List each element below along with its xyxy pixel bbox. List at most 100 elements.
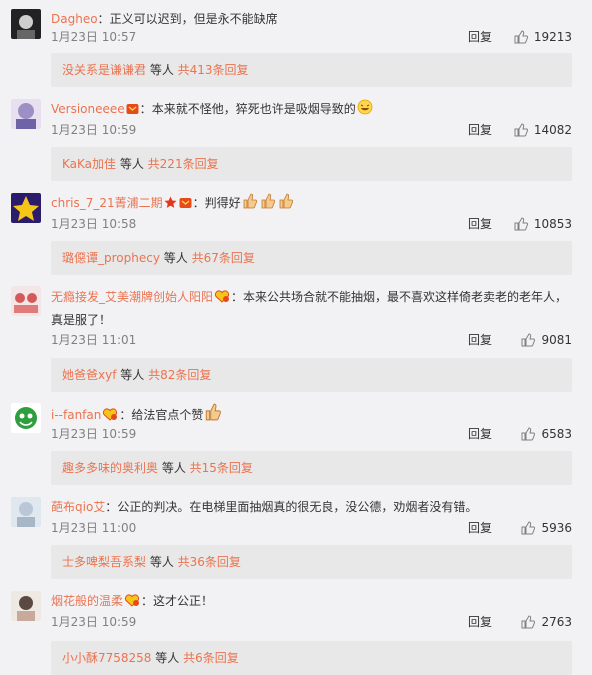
avatar[interactable]: [11, 286, 41, 316]
comment-content: Dagheo：正义可以迟到，但是永不能缺席: [51, 9, 584, 29]
comment-text: 判得好: [204, 196, 241, 210]
thumbs-up-icon: [521, 615, 536, 629]
thumbs-up-icon: [521, 333, 536, 347]
fan-badge-icon: [124, 594, 140, 607]
subreply-count[interactable]: 共67条回复: [192, 251, 255, 265]
reply-button[interactable]: 回复: [468, 330, 492, 350]
avatar[interactable]: [11, 9, 41, 39]
like-button[interactable]: 5936: [521, 518, 572, 538]
like-count: 9081: [541, 333, 572, 347]
subreply-bar[interactable]: KaKa加佳 等人 共221条回复: [51, 147, 572, 181]
subreply-names[interactable]: KaKa加佳: [62, 157, 116, 171]
subreply-names[interactable]: 趣多多味的奥利奥: [62, 461, 158, 475]
subreply-mid: 等人: [146, 63, 178, 77]
separator: ：: [192, 196, 205, 210]
reply-button[interactable]: 回复: [468, 612, 492, 632]
like-button[interactable]: 10853: [514, 214, 572, 234]
subreply-count[interactable]: 共82条回复: [148, 368, 211, 382]
comment-text: 公正的判决。在电梯里面抽烟真的很无良，没公德，劝烟者没有错。: [117, 500, 478, 514]
subreply-bar[interactable]: 士多啤梨吾系梨 等人 共36条回复: [51, 545, 572, 579]
thumbs-up-icon: [241, 193, 295, 210]
thumbs-up-icon: [514, 123, 528, 137]
separator: ：: [141, 594, 154, 608]
comment-meta: 1月23日 10:57 回复 19213: [51, 27, 572, 47]
subreply-bar[interactable]: 趣多多味的奥利奥 等人 共15条回复: [51, 451, 572, 485]
username-link[interactable]: i--fanfan: [51, 408, 101, 422]
username-link[interactable]: chris_7_21菁浦二期: [51, 196, 163, 210]
comment-content: Versioneeee ：本来就不怪他，猝死也许是吸烟导致的: [51, 99, 584, 119]
username-link[interactable]: 无瘾接发_艾美潮牌创始人阳阳: [51, 290, 213, 304]
avatar[interactable]: [11, 403, 41, 433]
subreply-count[interactable]: 共36条回复: [178, 555, 241, 569]
comment-meta: 1月23日 10:59 回复 14082: [51, 120, 572, 140]
comment-text: 这才公正！: [153, 594, 214, 608]
subreply-names[interactable]: 璐僫谭_prophecy: [62, 251, 160, 265]
username-link[interactable]: Dagheo: [51, 12, 98, 26]
subreply-names[interactable]: 小小酥7758258: [62, 651, 151, 665]
comment-content: 葩布qio艾：公正的判决。在电梯里面抽烟真的很无良，没公德，劝烟者没有错。: [51, 497, 584, 517]
like-button[interactable]: 14082: [514, 120, 572, 140]
subreply-names[interactable]: 士多啤梨吾系梨: [62, 555, 146, 569]
laughing-emoji-icon: [357, 99, 373, 115]
comment-meta: 1月23日 10:58 回复 10853: [51, 214, 572, 234]
like-count: 10853: [533, 217, 572, 231]
fan-badge-icon: [103, 408, 118, 421]
like-button[interactable]: 2763: [521, 612, 572, 632]
subreply-count[interactable]: 共15条回复: [190, 461, 253, 475]
timestamp: 1月23日 10:59: [51, 427, 137, 441]
timestamp: 1月23日 10:59: [51, 615, 137, 629]
like-count: 19213: [533, 30, 572, 44]
subreply-bar[interactable]: 璐僫谭_prophecy 等人 共67条回复: [51, 241, 572, 275]
subreply-names[interactable]: 没关系是谦谦君: [62, 63, 146, 77]
separator: ：: [105, 500, 118, 514]
comment-meta: 1月23日 11:00 回复 5936: [51, 518, 572, 538]
thumbs-up-icon: [521, 521, 536, 535]
comment-content: 无瘾接发_艾美潮牌创始人阳阳 ：本来公共场合就不能抽烟，最不喜欢这样倚老卖老的老年…: [51, 286, 570, 332]
subreply-count[interactable]: 共221条回复: [148, 157, 219, 171]
comment-content: chris_7_21菁浦二期 ：判得好: [51, 193, 584, 213]
reply-button[interactable]: 回复: [468, 518, 492, 538]
avatar[interactable]: [11, 193, 41, 223]
subreply-count[interactable]: 共6条回复: [183, 651, 239, 665]
fan-badge-icon: [214, 290, 230, 303]
star-icon: [164, 196, 177, 208]
separator: ：: [139, 102, 152, 116]
subreply-mid: 等人: [159, 251, 192, 265]
timestamp: 1月23日 11:00: [51, 521, 137, 535]
like-button[interactable]: 19213: [514, 27, 572, 47]
username-link[interactable]: Versioneeee: [51, 102, 125, 116]
comment-meta: 1月23日 10:59 回复 2763: [51, 612, 572, 632]
thumbs-up-icon: [206, 403, 222, 421]
subreply-bar[interactable]: 她爸爸xyf 等人 共82条回复: [51, 358, 572, 392]
separator: ：: [97, 12, 110, 26]
like-count: 6583: [541, 427, 572, 441]
username-link[interactable]: 烟花般的温柔: [51, 594, 123, 608]
subreply-names[interactable]: 她爸爸xyf: [62, 368, 116, 382]
reply-button[interactable]: 回复: [468, 214, 492, 234]
subreply-count[interactable]: 共413条回复: [178, 63, 249, 77]
like-button[interactable]: 9081: [521, 330, 572, 350]
like-count: 5936: [541, 521, 572, 535]
avatar[interactable]: [11, 99, 41, 129]
comment-content: i--fanfan ：给法官点个赞: [51, 403, 584, 425]
reply-button[interactable]: 回复: [468, 120, 492, 140]
vip-badge-icon: [126, 104, 139, 114]
comment-text: 给法官点个赞: [131, 408, 204, 422]
comment-meta: 1月23日 10:59 回复 6583: [51, 424, 572, 444]
reply-button[interactable]: 回复: [468, 424, 492, 444]
like-button[interactable]: 6583: [521, 424, 572, 444]
subreply-mid: 等人: [116, 368, 149, 382]
comment-meta: 1月23日 11:01 回复 9081: [51, 330, 572, 350]
avatar[interactable]: [11, 591, 41, 621]
avatar[interactable]: [11, 497, 41, 527]
subreply-bar[interactable]: 没关系是谦谦君 等人 共413条回复: [51, 53, 572, 87]
comment-content: 烟花般的温柔 ：这才公正！: [51, 591, 584, 611]
like-count: 14082: [533, 123, 572, 137]
comment-text: 本来就不怪他，猝死也许是吸烟导致的: [151, 102, 356, 116]
username-link[interactable]: 葩布qio艾: [51, 500, 105, 514]
subreply-bar[interactable]: 小小酥7758258 等人 共6条回复: [51, 641, 572, 675]
timestamp: 1月23日 10:59: [51, 123, 137, 137]
timestamp: 1月23日 10:57: [51, 30, 137, 44]
thumbs-up-icon: [521, 427, 536, 441]
reply-button[interactable]: 回复: [468, 27, 492, 47]
